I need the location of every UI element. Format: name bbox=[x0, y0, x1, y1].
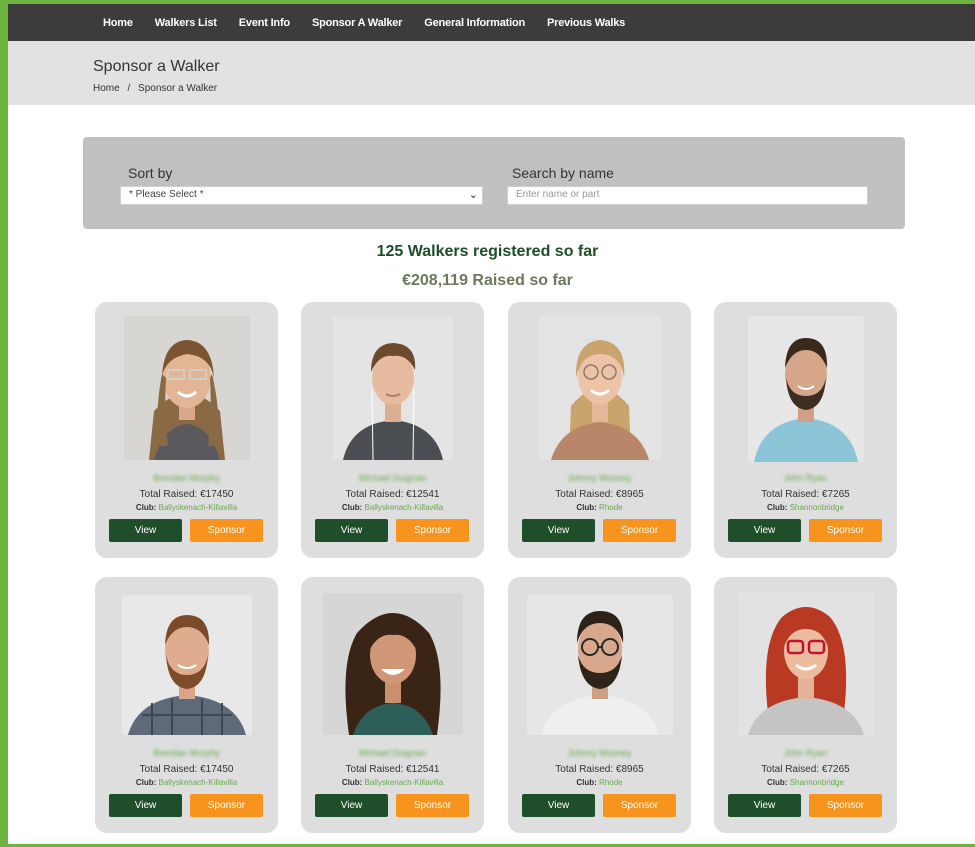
walker-club: Club: Ballyskenach-Killavilla bbox=[301, 778, 484, 787]
nav-item-previous-walks[interactable]: Previous Walks bbox=[547, 17, 625, 29]
club-value: Ballyskenach-Killavilla bbox=[158, 503, 238, 512]
walker-total-raised: Total Raised: €17450 bbox=[139, 764, 234, 775]
club-label: Club: bbox=[576, 778, 597, 787]
walker-card: Brendan Murphy Total Raised: €17450 Club… bbox=[95, 302, 278, 558]
walker-photo bbox=[123, 316, 250, 460]
walker-total-raised: Total Raised: €12541 bbox=[345, 489, 440, 500]
main-navbar: Home Walkers List Event Info Sponsor A W… bbox=[8, 4, 975, 41]
club-value: Rhode bbox=[599, 503, 623, 512]
walker-photo bbox=[526, 595, 673, 735]
walker-name: Brendan Murphy bbox=[153, 473, 220, 483]
walker-card: Johnny Mooney Total Raised: €8965 Club: … bbox=[508, 302, 691, 558]
walker-photo bbox=[737, 593, 874, 735]
walker-name: John Ryan bbox=[783, 748, 828, 758]
walker-total-raised: Total Raised: €7265 bbox=[761, 489, 850, 500]
walker-total-raised: Total Raised: €12541 bbox=[345, 764, 440, 775]
club-label: Club: bbox=[135, 503, 157, 512]
sort-by-label: Sort by bbox=[128, 165, 173, 181]
page-header: Sponsor a Walker Home / Sponsor a Walker bbox=[8, 41, 975, 105]
walker-name: Michael Duignan bbox=[358, 473, 427, 483]
sponsor-button[interactable]: Sponsor bbox=[603, 519, 676, 542]
club-label: Club: bbox=[341, 778, 363, 787]
walker-photo bbox=[747, 316, 864, 462]
total-raised-amount: €208,119 Raised so far bbox=[402, 272, 573, 289]
view-button[interactable]: View bbox=[109, 794, 182, 817]
club-label: Club: bbox=[576, 503, 597, 512]
club-value: Ballyskenach-Killavilla bbox=[364, 778, 444, 787]
walker-club: Club: Shannonbridge bbox=[714, 778, 897, 787]
walker-total-raised: Total Raised: €8965 bbox=[555, 764, 644, 775]
walker-photo bbox=[322, 593, 463, 735]
club-value: Shannonbridge bbox=[789, 778, 844, 787]
walker-photo bbox=[538, 316, 661, 460]
view-button[interactable]: View bbox=[315, 794, 388, 817]
breadcrumb: Home / Sponsor a Walker bbox=[93, 83, 217, 94]
view-button[interactable]: View bbox=[728, 519, 801, 542]
filter-panel: Sort by Search by name * Please Select *… bbox=[83, 137, 905, 229]
breadcrumb-separator: / bbox=[127, 83, 131, 94]
walker-club: Club: Rhode bbox=[508, 503, 691, 512]
nav-item-home[interactable]: Home bbox=[103, 17, 133, 29]
sponsor-button[interactable]: Sponsor bbox=[809, 519, 882, 542]
nav-item-walkers-list[interactable]: Walkers List bbox=[155, 17, 217, 29]
walker-photo bbox=[121, 595, 252, 735]
chevron-down-icon: ⌄ bbox=[468, 189, 478, 201]
club-label: Club: bbox=[767, 778, 788, 787]
walker-card: Johnny Mooney Total Raised: €8965 Club: … bbox=[508, 577, 691, 833]
walker-name: Johnny Mooney bbox=[567, 473, 632, 483]
club-label: Club: bbox=[135, 778, 157, 787]
walker-name: Brendan Murphy bbox=[153, 748, 220, 758]
sort-select[interactable]: * Please Select * ⌄ bbox=[120, 186, 483, 205]
search-by-name-label: Search by name bbox=[512, 165, 614, 181]
walker-photo bbox=[332, 316, 453, 460]
club-value: Ballyskenach-Killavilla bbox=[158, 778, 238, 787]
walker-card: John Ryan Total Raised: €7265 Club: Shan… bbox=[714, 302, 897, 558]
walker-name: Michael Duignan bbox=[358, 748, 427, 758]
sponsor-button[interactable]: Sponsor bbox=[809, 794, 882, 817]
page-title: Sponsor a Walker bbox=[93, 58, 220, 75]
walker-total-raised: Total Raised: €17450 bbox=[139, 489, 234, 500]
sponsor-button[interactable]: Sponsor bbox=[603, 794, 676, 817]
club-value: Shannonbridge bbox=[789, 503, 844, 512]
nav-item-general-information[interactable]: General Information bbox=[424, 17, 525, 29]
walker-card: Michael Duignan Total Raised: €12541 Clu… bbox=[301, 302, 484, 558]
walker-card: Brendan Murphy Total Raised: €17450 Club… bbox=[95, 577, 278, 833]
club-label: Club: bbox=[767, 503, 788, 512]
walker-total-raised: Total Raised: €7265 bbox=[761, 764, 850, 775]
walker-club: Club: Shannonbridge bbox=[714, 503, 897, 512]
walker-club: Club: Ballyskenach-Killavilla bbox=[301, 503, 484, 512]
view-button[interactable]: View bbox=[728, 794, 801, 817]
view-button[interactable]: View bbox=[522, 519, 595, 542]
sponsor-button[interactable]: Sponsor bbox=[190, 519, 263, 542]
view-button[interactable]: View bbox=[109, 519, 182, 542]
nav-item-sponsor-a-walker[interactable]: Sponsor A Walker bbox=[312, 17, 403, 29]
walker-club: Club: Rhode bbox=[508, 778, 691, 787]
search-name-input[interactable]: Enter name or part bbox=[507, 186, 868, 205]
breadcrumb-current: Sponsor a Walker bbox=[138, 83, 218, 94]
walker-club: Club: Ballyskenach-Killavilla bbox=[95, 503, 278, 512]
sort-select-value: * Please Select * bbox=[129, 189, 204, 200]
walker-card: Michael Duignan Total Raised: €12541 Clu… bbox=[301, 577, 484, 833]
walker-club: Club: Ballyskenach-Killavilla bbox=[95, 778, 278, 787]
frame-border-left bbox=[0, 0, 8, 847]
walker-card: John Ryan Total Raised: €7265 Club: Shan… bbox=[714, 577, 897, 833]
sponsor-button[interactable]: Sponsor bbox=[190, 794, 263, 817]
club-label: Club: bbox=[341, 503, 363, 512]
walker-name: John Ryan bbox=[783, 473, 828, 483]
nav-item-event-info[interactable]: Event Info bbox=[239, 17, 290, 29]
club-value: Rhode bbox=[599, 778, 623, 787]
club-value: Ballyskenach-Killavilla bbox=[364, 503, 444, 512]
nav-list: Home Walkers List Event Info Sponsor A W… bbox=[103, 17, 647, 29]
sponsor-button[interactable]: Sponsor bbox=[396, 794, 469, 817]
walkers-registered-count: 125 Walkers registered so far bbox=[376, 243, 599, 260]
walker-total-raised: Total Raised: €8965 bbox=[555, 489, 644, 500]
breadcrumb-home-link[interactable]: Home bbox=[93, 83, 120, 94]
view-button[interactable]: View bbox=[522, 794, 595, 817]
sponsor-button[interactable]: Sponsor bbox=[396, 519, 469, 542]
walker-name: Johnny Mooney bbox=[567, 748, 632, 758]
view-button[interactable]: View bbox=[315, 519, 388, 542]
